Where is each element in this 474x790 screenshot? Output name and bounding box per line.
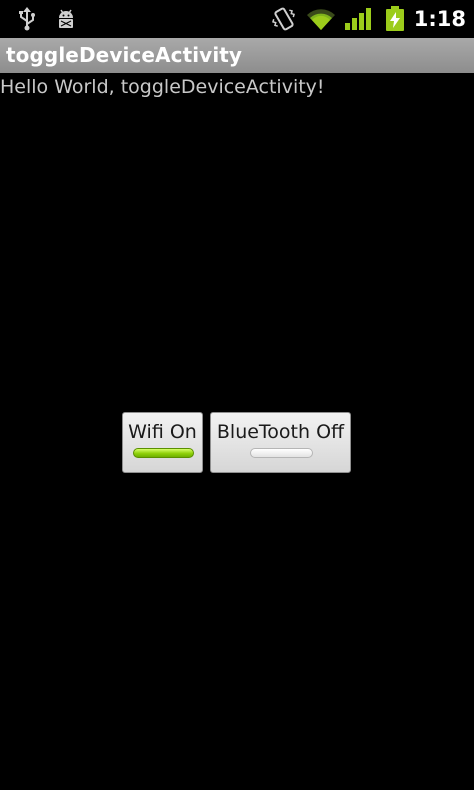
vibrate-icon [270,7,298,31]
bluetooth-toggle-indicator [250,448,313,458]
wifi-signal-icon [306,7,336,31]
cell-signal-icon [344,7,372,31]
app-title: toggleDeviceActivity [6,43,243,67]
wifi-toggle-label: Wifi On [128,421,197,443]
hello-text: Hello World, toggleDeviceActivity! [0,76,325,98]
wifi-toggle-button[interactable]: Wifi On [122,412,203,473]
battery-charging-icon [384,6,406,31]
bluetooth-toggle-button[interactable]: BlueTooth Off [210,412,351,473]
bluetooth-toggle-label: BlueTooth Off [216,421,345,443]
android-debug-icon [54,7,78,31]
usb-icon [16,7,38,31]
app-title-bar: toggleDeviceActivity [0,38,474,73]
wifi-toggle-indicator [133,448,194,458]
status-clock: 1:18 [413,7,466,31]
status-bar: 1:18 [0,0,474,38]
